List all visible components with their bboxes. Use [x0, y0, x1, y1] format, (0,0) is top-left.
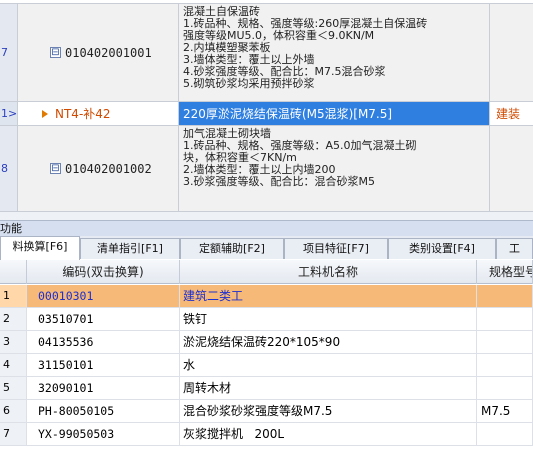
tab-category-settings[interactable]: 类别设置[F4]	[388, 238, 496, 259]
material-grid: 编码(双击换算) 工料机名称 规格型号 1 00010301 建筑二类工 2 0…	[0, 260, 533, 466]
header-spec[interactable]: 规格型号	[477, 260, 533, 284]
panel-title: 功能	[0, 220, 533, 236]
material-name[interactable]: 灰浆搅拌机 200L	[180, 423, 477, 445]
collapse-toggle-icon[interactable]: ⊟	[50, 47, 61, 58]
unit-cell[interactable]	[490, 4, 533, 101]
table-row[interactable]: 6 PH-80050105 混合砂浆砂浆强度等级M7.5 M7.5	[0, 400, 533, 423]
row-number: 7	[0, 4, 18, 101]
tab-bill-guide[interactable]: 清单指引[F1]	[80, 238, 180, 259]
quota-code-cell[interactable]: NT4-补42	[18, 102, 179, 125]
material-spec[interactable]	[477, 377, 533, 399]
row-number: 6	[0, 400, 27, 422]
item-code-cell[interactable]: ⊟ 010402001001	[18, 4, 179, 101]
header-index	[0, 260, 27, 284]
table-row[interactable]: 5 32090101 周转木材	[0, 377, 533, 400]
item-code: 010402001001	[65, 45, 152, 60]
tab-material-conversion[interactable]: 料换算[F6]	[0, 236, 80, 260]
material-code[interactable]: 04135536	[27, 331, 180, 353]
item-description[interactable]: 混凝土自保温砖 1.砖品种、规格、强度等级:260厚混凝土自保温砖 强度等级MU…	[179, 4, 490, 101]
specialty-cell[interactable]: 建装	[490, 102, 533, 125]
table-row[interactable]: 7 YX-99050503 灰浆搅拌机 200L	[0, 423, 533, 446]
quota-row-selected[interactable]: 1> NT4-补42 220厚淤泥烧结保温砖(M5混浆)[M7.5] 建装	[0, 102, 533, 126]
unit-cell[interactable]	[490, 126, 533, 211]
function-tabs: 料换算[F6] 清单指引[F1] 定额辅助[F2] 项目特征[F7] 类别设置[…	[0, 236, 533, 260]
material-spec[interactable]	[477, 423, 533, 445]
header-name[interactable]: 工料机名称	[180, 260, 477, 284]
row-number: 4	[0, 354, 27, 376]
expand-arrow-icon[interactable]	[42, 109, 48, 118]
material-spec[interactable]	[477, 331, 533, 353]
row-number: 1	[0, 285, 27, 307]
row-number: 5	[0, 377, 27, 399]
item-code-cell[interactable]: ⊟ 010402001002	[18, 126, 179, 211]
row-number: 8	[0, 126, 18, 211]
quota-code: NT4-补42	[55, 107, 111, 121]
desc-line: 5.砌筑砂浆均采用预拌砂浆	[183, 77, 315, 90]
tab-quota-assist[interactable]: 定额辅助[F2]	[180, 238, 284, 259]
material-name[interactable]: 周转木材	[180, 377, 477, 399]
item-description[interactable]: 加气混凝土砌块墙 1.砖品种、规格、强度等级：A5.0加气混凝土砌 块，体积容重…	[179, 126, 490, 211]
row-number: 7	[0, 423, 27, 445]
collapse-toggle-icon[interactable]: ⊟	[50, 163, 61, 174]
material-name[interactable]: 混合砂浆砂浆强度等级M7.5	[180, 400, 477, 422]
material-name[interactable]: 铁钉	[180, 308, 477, 330]
row-number: 1>	[0, 102, 18, 125]
material-spec[interactable]: M7.5	[477, 400, 533, 422]
material-code[interactable]: 31150101	[27, 354, 180, 376]
quota-description[interactable]: 220厚淤泥烧结保温砖(M5混浆)[M7.5]	[179, 102, 490, 125]
material-code[interactable]: 00010301	[27, 285, 180, 307]
header-code[interactable]: 编码(双击换算)	[27, 260, 180, 284]
row-number: 3	[0, 331, 27, 353]
material-code[interactable]: YX-99050503	[27, 423, 180, 445]
grid-header: 编码(双击换算) 工料机名称 规格型号	[0, 260, 533, 284]
material-code[interactable]: 32090101	[27, 377, 180, 399]
item-code: 010402001002	[65, 161, 152, 176]
tab-more[interactable]: 工	[496, 238, 533, 259]
tab-item-features[interactable]: 项目特征[F7]	[284, 238, 388, 259]
splitter[interactable]	[0, 212, 533, 220]
material-code[interactable]: 03510701	[27, 308, 180, 330]
table-row[interactable]: 4 31150101 水	[0, 354, 533, 377]
material-spec[interactable]	[477, 285, 533, 307]
desc-line: 3.砂浆强度等级、配合比：混合砂浆M5	[183, 175, 375, 188]
material-spec[interactable]	[477, 308, 533, 330]
table-row[interactable]: 1 00010301 建筑二类工	[0, 285, 533, 308]
table-row[interactable]: 2 03510701 铁钉	[0, 308, 533, 331]
material-spec[interactable]	[477, 354, 533, 376]
bill-item-row[interactable]: 7 ⊟ 010402001001 混凝土自保温砖 1.砖品种、规格、强度等级:2…	[0, 4, 533, 102]
bill-item-row[interactable]: 8 ⊟ 010402001002 加气混凝土砌块墙 1.砖品种、规格、强度等级：…	[0, 126, 533, 212]
material-name[interactable]: 淤泥烧结保温砖220*105*90	[180, 331, 477, 353]
table-row[interactable]: 3 04135536 淤泥烧结保温砖220*105*90	[0, 331, 533, 354]
item-grid: 7 ⊟ 010402001001 混凝土自保温砖 1.砖品种、规格、强度等级:2…	[0, 0, 533, 212]
material-name[interactable]: 水	[180, 354, 477, 376]
material-code[interactable]: PH-80050105	[27, 400, 180, 422]
material-name[interactable]: 建筑二类工	[180, 285, 477, 307]
row-number: 2	[0, 308, 27, 330]
